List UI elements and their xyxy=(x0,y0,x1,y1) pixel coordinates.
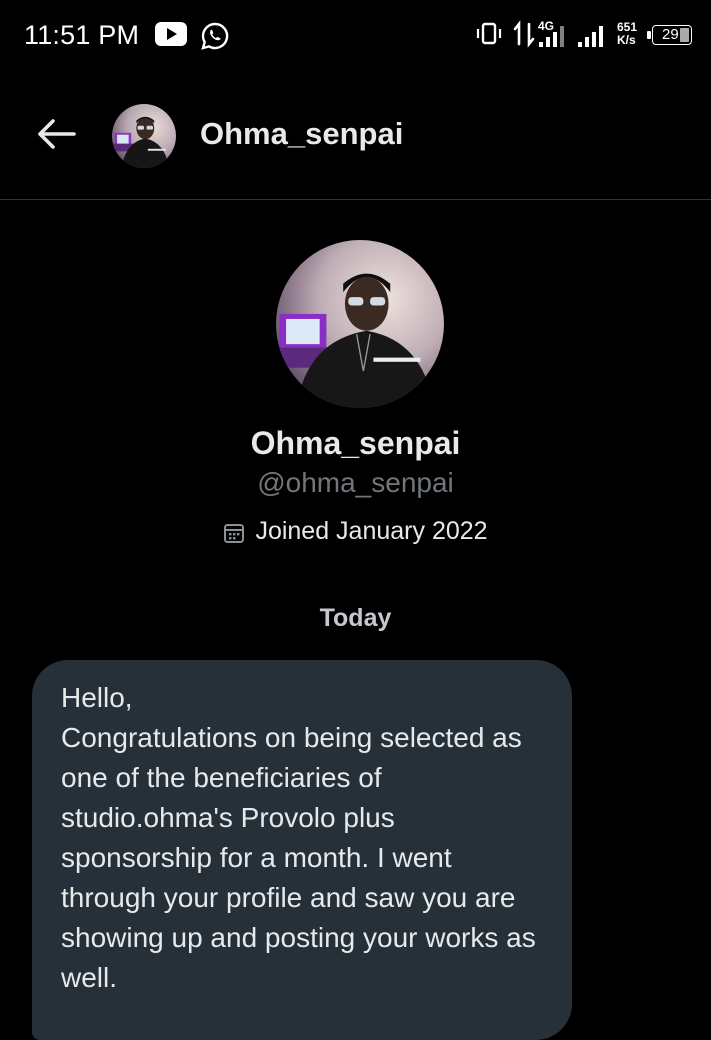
status-time: 11:51 PM xyxy=(24,20,140,50)
profile-display-name: Ohma_senpai xyxy=(250,425,461,461)
arrow-left-icon[interactable] xyxy=(34,116,78,152)
conversation-header: Ohma_senpai xyxy=(0,72,711,200)
joined-label: Joined January 2022 xyxy=(255,517,488,545)
data-transfer-icon xyxy=(513,20,535,48)
vibrate-icon xyxy=(476,22,502,45)
message-bubble[interactable]: Hello, Congratulations on being selected… xyxy=(32,660,572,1040)
profile-avatar[interactable] xyxy=(276,240,444,408)
calendar-icon xyxy=(224,523,245,543)
battery-icon: 29 xyxy=(652,25,692,45)
whatsapp-icon xyxy=(201,22,229,50)
battery-cap xyxy=(647,31,651,39)
joined-date: Joined January 2022 xyxy=(0,517,711,546)
date-divider: Today xyxy=(319,604,392,632)
network-speed: 651 K/s xyxy=(617,20,638,47)
profile-handle: @ohma_senpai xyxy=(257,467,454,498)
signal-icon xyxy=(539,26,564,47)
status-bar: 11:51 PM 4G 651 K/s 29 xyxy=(0,0,711,72)
signal-icon xyxy=(578,26,603,47)
header-name[interactable]: Ohma_senpai xyxy=(200,116,403,152)
avatar[interactable] xyxy=(112,104,176,168)
youtube-icon xyxy=(155,22,187,46)
battery-level: 29 xyxy=(662,26,679,43)
message-text: Hello, Congratulations on being selected… xyxy=(61,682,536,993)
